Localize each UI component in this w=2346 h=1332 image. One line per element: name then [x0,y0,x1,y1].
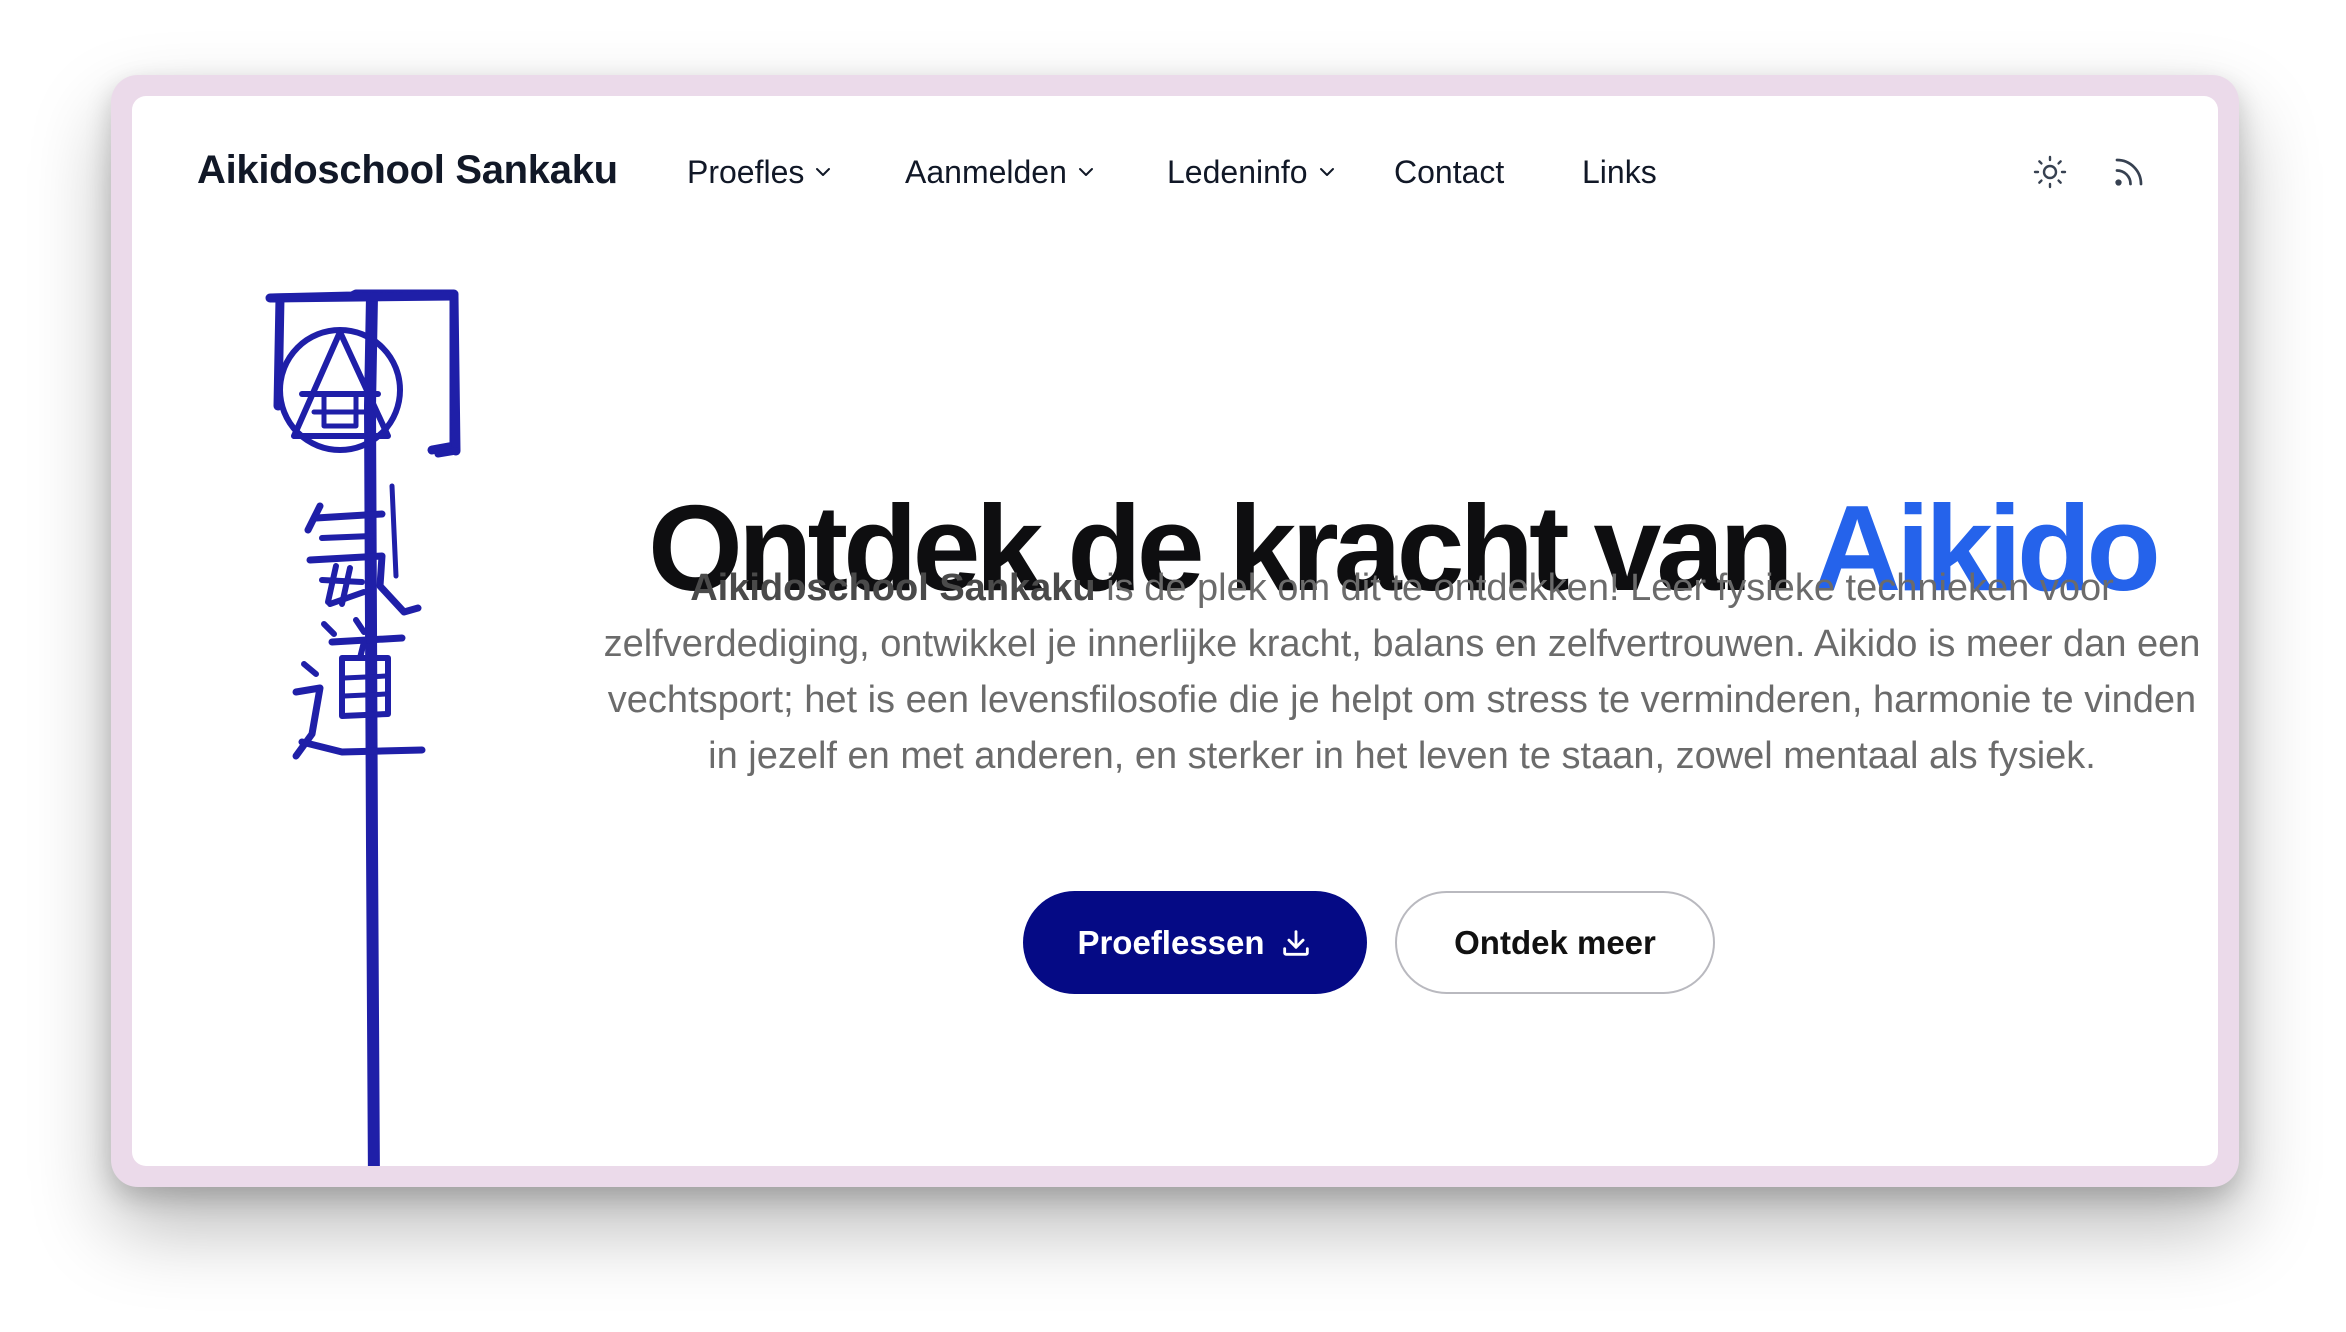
browser-page: Aikidoschool Sankaku Proefles Aanmelden … [132,96,2218,1166]
nav-label: Contact [1394,153,1505,190]
aikido-calligraphy-banner [265,289,461,1166]
site-logo[interactable]: Aikidoschool Sankaku [197,148,618,193]
rss-icon [2115,158,2143,186]
theme-toggle-button[interactable] [2030,152,2070,192]
sun-icon [2033,155,2067,189]
chevron-down-icon [1077,163,1095,181]
hero-intro-school-name: Aikidoschool Sankaku [690,567,1096,609]
nav-item-contact[interactable]: Contact [1394,150,1504,194]
nav-label: Proefles [687,153,805,190]
chevron-down-icon [814,163,832,181]
rss-feed-button[interactable] [2109,152,2149,192]
download-icon [1282,929,1309,956]
nav-item-proefles[interactable]: Proefles [687,150,832,194]
nav-label: Aanmelden [905,153,1067,190]
nav-item-links[interactable]: Links [1582,150,1657,194]
proeflessen-button-label: Proeflessen [1077,923,1265,961]
ontdek-meer-button-label: Ontdek meer [1454,923,1656,961]
nav-item-ledeninfo[interactable]: Ledeninfo [1167,150,1336,194]
proeflessen-button[interactable]: Proeflessen [1023,891,1367,994]
nav-item-aanmelden[interactable]: Aanmelden [905,150,1095,194]
nav-label: Links [1582,153,1657,190]
ontdek-meer-button[interactable]: Ontdek meer [1395,891,1715,994]
hero-intro: Aikidoschool Sankaku is de plek om dit t… [602,560,2202,784]
nav-label: Ledeninfo [1167,153,1308,190]
chevron-down-icon [1318,163,1336,181]
